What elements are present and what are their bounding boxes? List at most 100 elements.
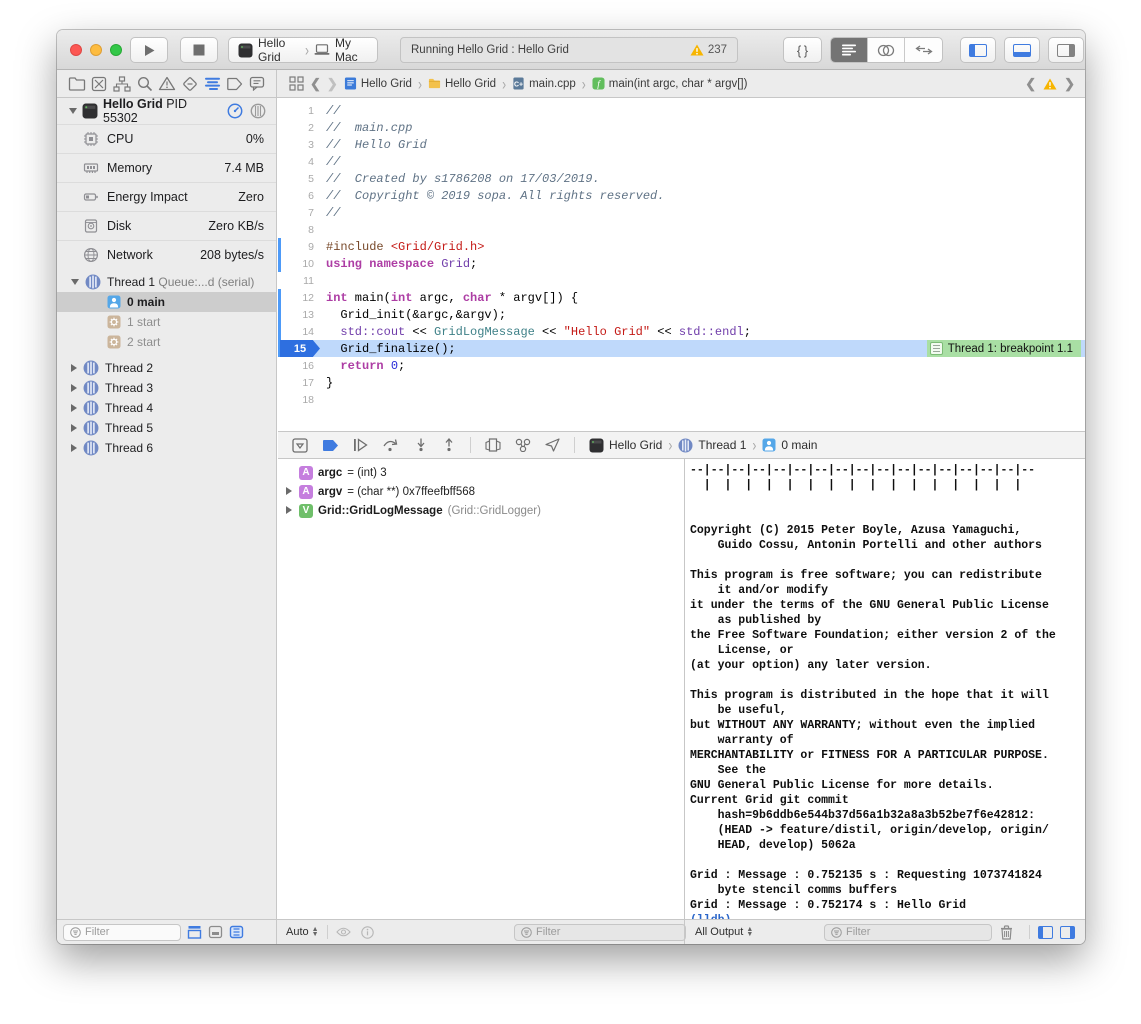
variable-row[interactable]: Aargc= (int) 3: [278, 463, 684, 482]
jumpbar-item[interactable]: Hello Grid: [428, 77, 496, 90]
toggle-variables-view-icon[interactable]: [1038, 926, 1053, 939]
breakpoint-annotation[interactable]: Thread 1: breakpoint 1.1: [927, 340, 1081, 357]
step-into-icon[interactable]: [414, 438, 428, 452]
disclosure-triangle[interactable]: [71, 364, 77, 372]
code-line[interactable]: 17}: [278, 374, 1085, 391]
toggle-inspector-button[interactable]: [1048, 37, 1084, 63]
memory-graph-icon[interactable]: [250, 103, 266, 119]
show-stack-frames-toggle-icon[interactable]: [208, 925, 223, 939]
jumpbar-item[interactable]: fmain(int argc, char * argv[]): [592, 77, 748, 90]
report-navigator-icon[interactable]: [249, 76, 265, 91]
line-number[interactable]: 17: [278, 377, 314, 389]
clear-console-trash-icon[interactable]: [1000, 925, 1013, 940]
code-line[interactable]: 3// Hello Grid: [278, 136, 1085, 153]
line-number[interactable]: 11: [278, 275, 314, 287]
stop-button[interactable]: [180, 37, 218, 63]
line-number[interactable]: 4: [278, 156, 314, 168]
jumpbar-item[interactable]: C+main.cpp: [512, 77, 576, 90]
line-number[interactable]: 12: [278, 292, 314, 304]
show-running-toggle-icon[interactable]: [187, 925, 202, 939]
stack-frame-row[interactable]: 2 start: [57, 332, 276, 352]
disclosure-triangle[interactable]: [71, 444, 77, 452]
console-filter-field[interactable]: Filter: [824, 924, 992, 941]
line-number[interactable]: 2: [278, 122, 314, 134]
stack-frame-row[interactable]: 0 main: [57, 292, 276, 312]
disclosure-triangle[interactable]: [284, 505, 294, 517]
gauge-row-cpu[interactable]: CPU0%: [57, 124, 276, 153]
previous-issue-button[interactable]: ❮: [1025, 76, 1036, 92]
line-number[interactable]: 16: [278, 360, 314, 372]
code-line[interactable]: 9#include <Grid/Grid.h>: [278, 238, 1085, 255]
variables-scope-popup[interactable]: Auto ▲▼: [286, 926, 319, 938]
standard-editor-segment[interactable]: [831, 38, 868, 62]
gauge-row-disk[interactable]: DiskZero KB/s: [57, 211, 276, 240]
step-over-icon[interactable]: [382, 438, 400, 452]
console-output[interactable]: --|--|--|--|--|--|--|--|--|--|--|--|--|-…: [684, 459, 1085, 919]
related-items-icon[interactable]: [289, 76, 304, 91]
thread-row[interactable]: Thread 6: [57, 438, 276, 458]
profile-gauge-icon[interactable]: [227, 103, 243, 119]
line-number[interactable]: 6: [278, 190, 314, 202]
code-line[interactable]: 8: [278, 221, 1085, 238]
code-line[interactable]: 13 Grid_init(&argc,&argv);: [278, 306, 1085, 323]
disclosure-triangle[interactable]: [69, 108, 77, 114]
step-out-icon[interactable]: [442, 438, 456, 452]
hide-debug-area-icon[interactable]: [292, 438, 308, 453]
code-line[interactable]: 14 std::cout << GridLogMessage << "Hello…: [278, 323, 1085, 340]
code-line[interactable]: 11: [278, 272, 1085, 289]
disclosure-triangle[interactable]: [71, 404, 77, 412]
line-number[interactable]: 18: [278, 394, 314, 406]
gauge-row-memory[interactable]: Memory7.4 MB: [57, 153, 276, 182]
navigator-filter-field[interactable]: Filter: [63, 924, 181, 941]
scheme-selector[interactable]: Hello Grid › My Mac: [228, 37, 378, 63]
variable-row[interactable]: VGrid::GridLogMessage(Grid::GridLogger): [278, 501, 684, 520]
variable-row[interactable]: Aargv= (char **) 0x7ffeefbff568: [278, 482, 684, 501]
symbol-navigator-icon[interactable]: [113, 76, 131, 92]
run-button[interactable]: [130, 37, 168, 63]
line-number[interactable]: 10: [278, 258, 314, 270]
debug-breadcrumb-item[interactable]: Hello Grid: [589, 438, 662, 453]
thread-row[interactable]: Thread 4: [57, 398, 276, 418]
code-line[interactable]: 5// Created by s1786208 on 17/03/2019.: [278, 170, 1085, 187]
code-line[interactable]: 4//: [278, 153, 1085, 170]
breakpoint-marker[interactable]: 15: [280, 340, 320, 357]
simulate-location-icon[interactable]: [545, 438, 560, 452]
toggle-navigator-button[interactable]: [960, 37, 996, 63]
find-navigator-icon[interactable]: [137, 76, 153, 92]
source-editor[interactable]: 1//2// main.cpp3// Hello Grid4//5// Crea…: [278, 98, 1085, 431]
code-line[interactable]: 6// Copyright © 2019 sopa. All rights re…: [278, 187, 1085, 204]
debug-navigator-icon[interactable]: [204, 77, 221, 91]
project-navigator-icon[interactable]: [68, 76, 86, 92]
breakpoint-navigator-icon[interactable]: [226, 77, 243, 91]
gauge-row-network[interactable]: Network208 bytes/s: [57, 240, 276, 269]
test-navigator-icon[interactable]: [182, 76, 198, 92]
code-line[interactable]: 12int main(int argc, char * argv[]) {: [278, 289, 1085, 306]
thread-row[interactable]: Thread 1 Queue:...d (serial): [57, 272, 276, 292]
quicklook-eye-icon[interactable]: [336, 927, 351, 937]
warning-count-badge[interactable]: 237: [690, 44, 727, 56]
stack-frame-row[interactable]: 1 start: [57, 312, 276, 332]
line-number[interactable]: 8: [278, 224, 314, 236]
info-icon[interactable]: [361, 926, 374, 939]
code-line[interactable]: 15 Grid_finalize();Thread 1: breakpoint …: [278, 340, 1085, 357]
source-control-navigator-icon[interactable]: [91, 76, 107, 92]
thread-row[interactable]: Thread 2: [57, 358, 276, 378]
show-threads-toggle-icon[interactable]: [229, 925, 244, 939]
line-number[interactable]: 7: [278, 207, 314, 219]
code-line[interactable]: 1//: [278, 102, 1085, 119]
code-review-button[interactable]: { }: [783, 37, 822, 63]
line-number[interactable]: 5: [278, 173, 314, 185]
code-line[interactable]: 10using namespace Grid;: [278, 255, 1085, 272]
thread-row[interactable]: Thread 5: [57, 418, 276, 438]
minimize-window-button[interactable]: [90, 44, 102, 56]
variables-filter-field[interactable]: Filter: [514, 924, 686, 941]
line-number[interactable]: 13: [278, 309, 314, 321]
gauge-row-energy-impact[interactable]: Energy ImpactZero: [57, 182, 276, 211]
breakpoints-toggle-icon[interactable]: [322, 439, 339, 452]
debug-breadcrumb-item[interactable]: Thread 1: [678, 438, 746, 453]
variables-view[interactable]: Aargc= (int) 3Aargv= (char **) 0x7ffeefb…: [278, 459, 684, 919]
issue-navigator-icon[interactable]: [158, 76, 176, 91]
disclosure-triangle[interactable]: [71, 384, 77, 392]
toggle-console-view-icon[interactable]: [1060, 926, 1075, 939]
memory-graph-debugger-icon[interactable]: [515, 438, 531, 452]
